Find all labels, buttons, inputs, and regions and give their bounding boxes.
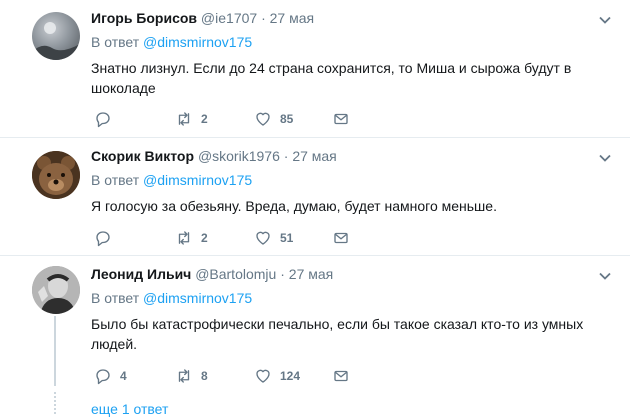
heart-icon [256, 231, 270, 245]
reply-button[interactable] [94, 228, 120, 248]
chevron-down-icon[interactable] [597, 268, 613, 284]
retweet-button[interactable]: 2 [175, 109, 208, 129]
envelope-icon [334, 370, 348, 382]
retweet-count: 8 [201, 369, 208, 383]
reply-button[interactable] [94, 109, 120, 129]
like-button[interactable]: 85 [254, 109, 293, 129]
reply-to-link[interactable]: @dimsmirnov175 [143, 34, 252, 50]
reply-context: В ответ @dimsmirnov175 [91, 290, 252, 306]
tweet-date[interactable]: 27 мая [292, 148, 336, 164]
envelope-icon [334, 232, 348, 244]
heart-icon [256, 112, 270, 126]
thread-line [54, 316, 56, 386]
tweet[interactable]: Скорик Виктор @skorik1976 · 27 мая В отв… [0, 138, 630, 255]
sky-photo-icon [32, 22, 80, 60]
reply-button[interactable]: 4 [94, 366, 127, 386]
reply-context: В ответ @dimsmirnov175 [91, 34, 252, 50]
author-handle[interactable]: @Bartolomju [195, 266, 276, 282]
like-count: 51 [280, 231, 294, 245]
author-handle[interactable]: @skorik1976 [198, 148, 280, 164]
heart-icon [256, 369, 270, 383]
like-button[interactable]: 51 [254, 228, 293, 248]
tweet-date[interactable]: 27 мая [289, 266, 333, 282]
reply-context: В ответ @dimsmirnov175 [91, 172, 252, 188]
retweet-icon [178, 112, 190, 126]
avatar[interactable] [32, 266, 80, 314]
author-name[interactable]: Леонид Ильич [91, 266, 191, 282]
thread-dots [54, 392, 56, 416]
like-count: 124 [280, 369, 301, 383]
portrait-photo-icon [32, 266, 80, 314]
tweet[interactable]: Леонид Ильич @Bartolomju · 27 мая В отве… [0, 256, 630, 396]
reply-prefix: В ответ [91, 34, 140, 50]
tweet-header: Леонид Ильич @Bartolomju · 27 мая [91, 266, 333, 282]
retweet-count: 2 [201, 231, 208, 245]
author-handle[interactable]: @ie1707 [201, 10, 257, 26]
reply-count: 4 [120, 369, 127, 383]
retweet-count: 2 [201, 112, 208, 126]
reply-icon [96, 369, 110, 385]
avatar[interactable] [32, 12, 80, 60]
tweet-header: Игорь Борисов @ie1707 · 27 мая [91, 10, 314, 26]
like-count: 85 [280, 112, 294, 126]
like-button[interactable]: 124 [254, 366, 300, 386]
tweet-date[interactable]: 27 мая [270, 10, 314, 26]
bear-photo-icon [32, 151, 80, 199]
separator-dot: · [283, 148, 289, 164]
separator-dot: · [261, 10, 266, 26]
direct-message-button[interactable] [332, 228, 350, 248]
reply-prefix: В ответ [91, 290, 140, 306]
separator-dot: · [280, 266, 285, 282]
tweet[interactable]: Игорь Борисов @ie1707 · 27 мая В ответ @… [0, 0, 630, 137]
direct-message-button[interactable] [332, 109, 350, 129]
reply-prefix: В ответ [91, 172, 140, 188]
tweet-text: Знатно лизнул. Если до 24 страна сохрани… [91, 60, 572, 96]
tweet-header: Скорик Виктор @skorik1976 · 27 мая [91, 148, 337, 164]
tweet-text: Я голосую за обезьяну. Вреда, думаю, буд… [91, 198, 497, 214]
reply-icon [96, 231, 110, 247]
chevron-down-icon[interactable] [597, 12, 613, 28]
author-name[interactable]: Скорик Виктор [91, 148, 194, 164]
show-more-replies-link[interactable]: еще 1 ответ [91, 401, 168, 417]
retweet-button[interactable]: 2 [175, 228, 208, 248]
envelope-icon [334, 113, 348, 125]
retweet-icon [178, 231, 190, 245]
avatar[interactable] [32, 151, 80, 199]
reply-to-link[interactable]: @dimsmirnov175 [143, 290, 252, 306]
reply-icon [96, 112, 110, 128]
author-name[interactable]: Игорь Борисов [91, 10, 197, 26]
retweet-icon [178, 369, 190, 383]
direct-message-button[interactable] [332, 366, 350, 386]
tweet-text: Было бы катастрофически печально, если б… [91, 316, 584, 352]
reply-to-link[interactable]: @dimsmirnov175 [143, 172, 252, 188]
retweet-button[interactable]: 8 [175, 366, 208, 386]
chevron-down-icon[interactable] [597, 150, 613, 166]
